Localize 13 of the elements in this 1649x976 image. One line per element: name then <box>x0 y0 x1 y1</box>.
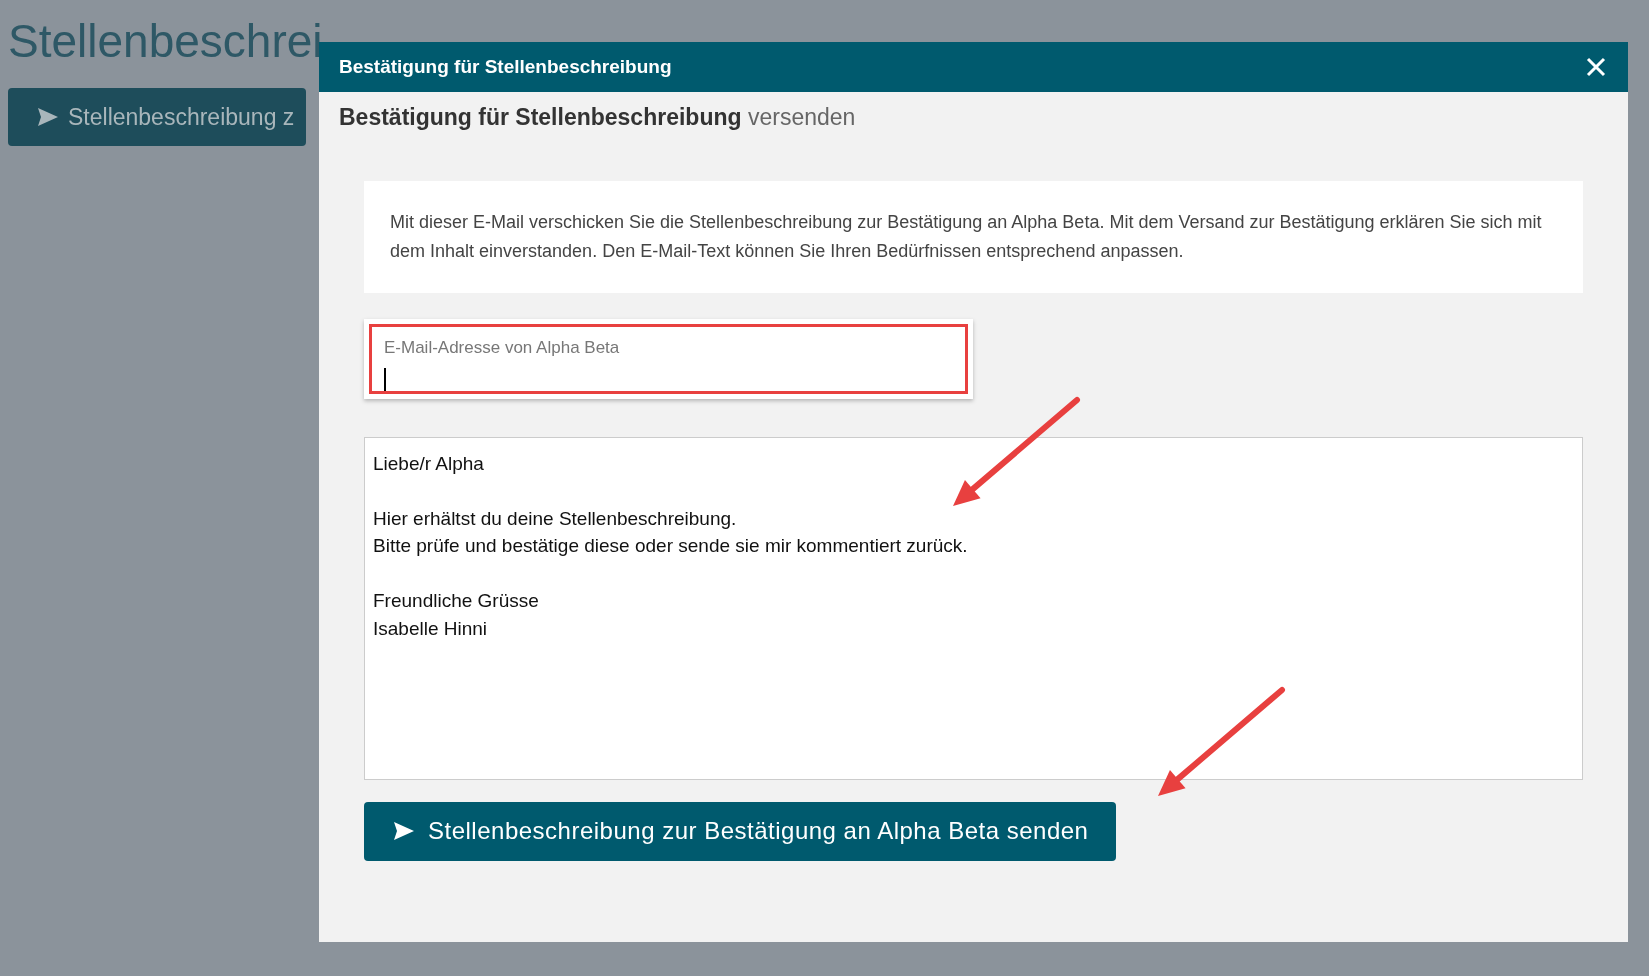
dialog-heading: Bestätigung für Stellenbeschreibung versenden <box>339 103 857 132</box>
info-text: Mit dieser E-Mail verschicken Sie die Stellenbeschreibung zur Bestätigung an Alpha Beta. Mit dem Versand zur Bestätigung erklären Sie sich mit dem Inhalt einverstanden. Den E-Mail-Text können Sie Ihren Bedürfnissen entsprechend anpassen. <box>390 210 1543 263</box>
field-label: E-Mail-Adresse von Alpha Beta <box>384 336 621 359</box>
dialog-title: Bestätigung für Stellenbeschreibung <box>339 54 672 79</box>
text-cursor <box>384 368 386 391</box>
page-title: Stellenbeschrei <box>8 14 323 69</box>
send-button[interactable]: Stellenbeschreibung zur Bestätigung an Alpha Beta senden <box>364 801 1117 861</box>
close-icon <box>1584 55 1608 79</box>
message-field[interactable]: Liebe/r Alpha Hier erhältst du deine Stellenbeschreibung. Bitte prüfe und bestätige diese oder sende sie mir kommentiert zurück. Freundliche Grüsse Isabelle Hinni <box>364 436 1583 780</box>
close-button[interactable] <box>1584 55 1608 79</box>
send-icon <box>392 819 416 843</box>
forward-button[interactable]: Stellenbeschreibung z <box>8 87 307 146</box>
email-input-field[interactable]: E-Mail-Adresse von Alpha Beta <box>369 323 968 394</box>
